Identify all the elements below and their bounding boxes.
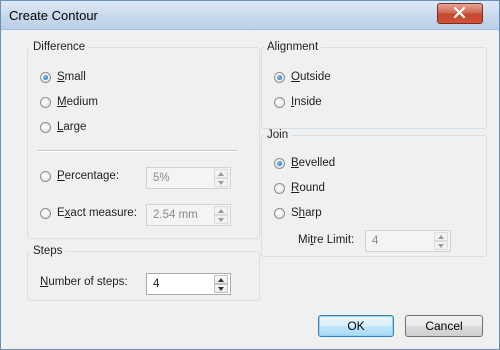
large-label: Large: [57, 121, 87, 133]
chevron-down-icon: [218, 286, 224, 291]
percentage-radio[interactable]: Percentage:: [40, 170, 119, 182]
exact-measure-value: 2.54 mm: [153, 209, 198, 221]
alignment-group: Alignment: [261, 41, 487, 129]
ok-button[interactable]: OK: [318, 315, 394, 337]
chevron-up-icon: [218, 171, 224, 176]
chevron-down-icon: [218, 217, 224, 222]
medium-radio-button[interactable]: [40, 96, 51, 108]
small-radio-button[interactable]: [40, 71, 51, 83]
alignment-legend: Alignment: [267, 41, 319, 53]
bevelled-radio[interactable]: Bevelled: [274, 157, 335, 169]
mitre-limit-label: Mitre Limit:: [298, 234, 355, 246]
exact-measure-spinbox[interactable]: 2.54 mm: [146, 204, 231, 226]
difference-separator: [38, 150, 238, 152]
outside-radio-button[interactable]: [274, 71, 285, 83]
mitre-limit-value: 4: [372, 235, 379, 247]
outside-label: Outside: [291, 71, 331, 83]
dialog-body: Difference Small Medium Large Percentage…: [7, 31, 493, 343]
sharp-radio[interactable]: Sharp: [274, 207, 322, 219]
exact-measure-down-arrow[interactable]: [214, 215, 228, 224]
create-contour-dialog: Create Contour Difference Small Medium L…: [0, 0, 500, 350]
large-radio-button[interactable]: [40, 121, 51, 133]
percentage-value: 5%: [153, 172, 170, 184]
sharp-label: Sharp: [291, 207, 322, 219]
percentage-up-arrow[interactable]: [214, 169, 228, 178]
exact-measure-label: Exact measure:: [57, 207, 137, 219]
outside-radio[interactable]: Outside: [274, 71, 331, 83]
inside-radio-button[interactable]: [274, 96, 285, 108]
title-bar: Create Contour: [1, 1, 499, 30]
steps-down-arrow[interactable]: [214, 284, 228, 293]
chevron-down-icon: [218, 180, 224, 185]
round-label: Round: [291, 182, 325, 194]
sharp-radio-button[interactable]: [274, 207, 285, 219]
mitre-limit-down-arrow[interactable]: [434, 241, 448, 250]
steps-legend: Steps: [33, 245, 63, 257]
dialog-title: Create Contour: [9, 8, 98, 23]
steps-up-arrow[interactable]: [214, 275, 228, 284]
close-button[interactable]: [437, 3, 483, 24]
mitre-limit-up-arrow[interactable]: [434, 232, 448, 241]
round-radio[interactable]: Round: [274, 182, 325, 194]
steps-value: 4: [153, 278, 160, 290]
bevelled-label: Bevelled: [291, 157, 336, 169]
close-icon: [453, 7, 466, 18]
medium-radio[interactable]: Medium: [40, 96, 98, 108]
inside-label: Inside: [291, 96, 322, 108]
exact-measure-radio-button[interactable]: [40, 207, 51, 219]
percentage-spinbox[interactable]: 5%: [146, 167, 231, 189]
steps-spinbox[interactable]: 4: [146, 273, 231, 295]
join-legend: Join: [267, 129, 289, 141]
cancel-button[interactable]: Cancel: [405, 315, 483, 337]
exact-measure-radio[interactable]: Exact measure:: [40, 207, 137, 219]
percentage-radio-button[interactable]: [40, 170, 51, 182]
percentage-label: Percentage:: [57, 170, 120, 182]
chevron-up-icon: [218, 277, 224, 282]
percentage-down-arrow[interactable]: [214, 178, 228, 187]
chevron-up-icon: [438, 234, 444, 239]
medium-label: Medium: [57, 96, 98, 108]
exact-measure-up-arrow[interactable]: [214, 206, 228, 215]
mitre-limit-spinbox[interactable]: 4: [365, 230, 451, 252]
small-radio[interactable]: Small: [40, 71, 86, 83]
steps-label: Number of steps:: [40, 276, 128, 288]
round-radio-button[interactable]: [274, 182, 285, 194]
large-radio[interactable]: Large: [40, 121, 86, 133]
bevelled-radio-button[interactable]: [274, 157, 285, 169]
inside-radio[interactable]: Inside: [274, 96, 322, 108]
chevron-up-icon: [218, 208, 224, 213]
difference-legend: Difference: [33, 41, 86, 53]
chevron-down-icon: [438, 243, 444, 248]
small-label: Small: [57, 71, 86, 83]
